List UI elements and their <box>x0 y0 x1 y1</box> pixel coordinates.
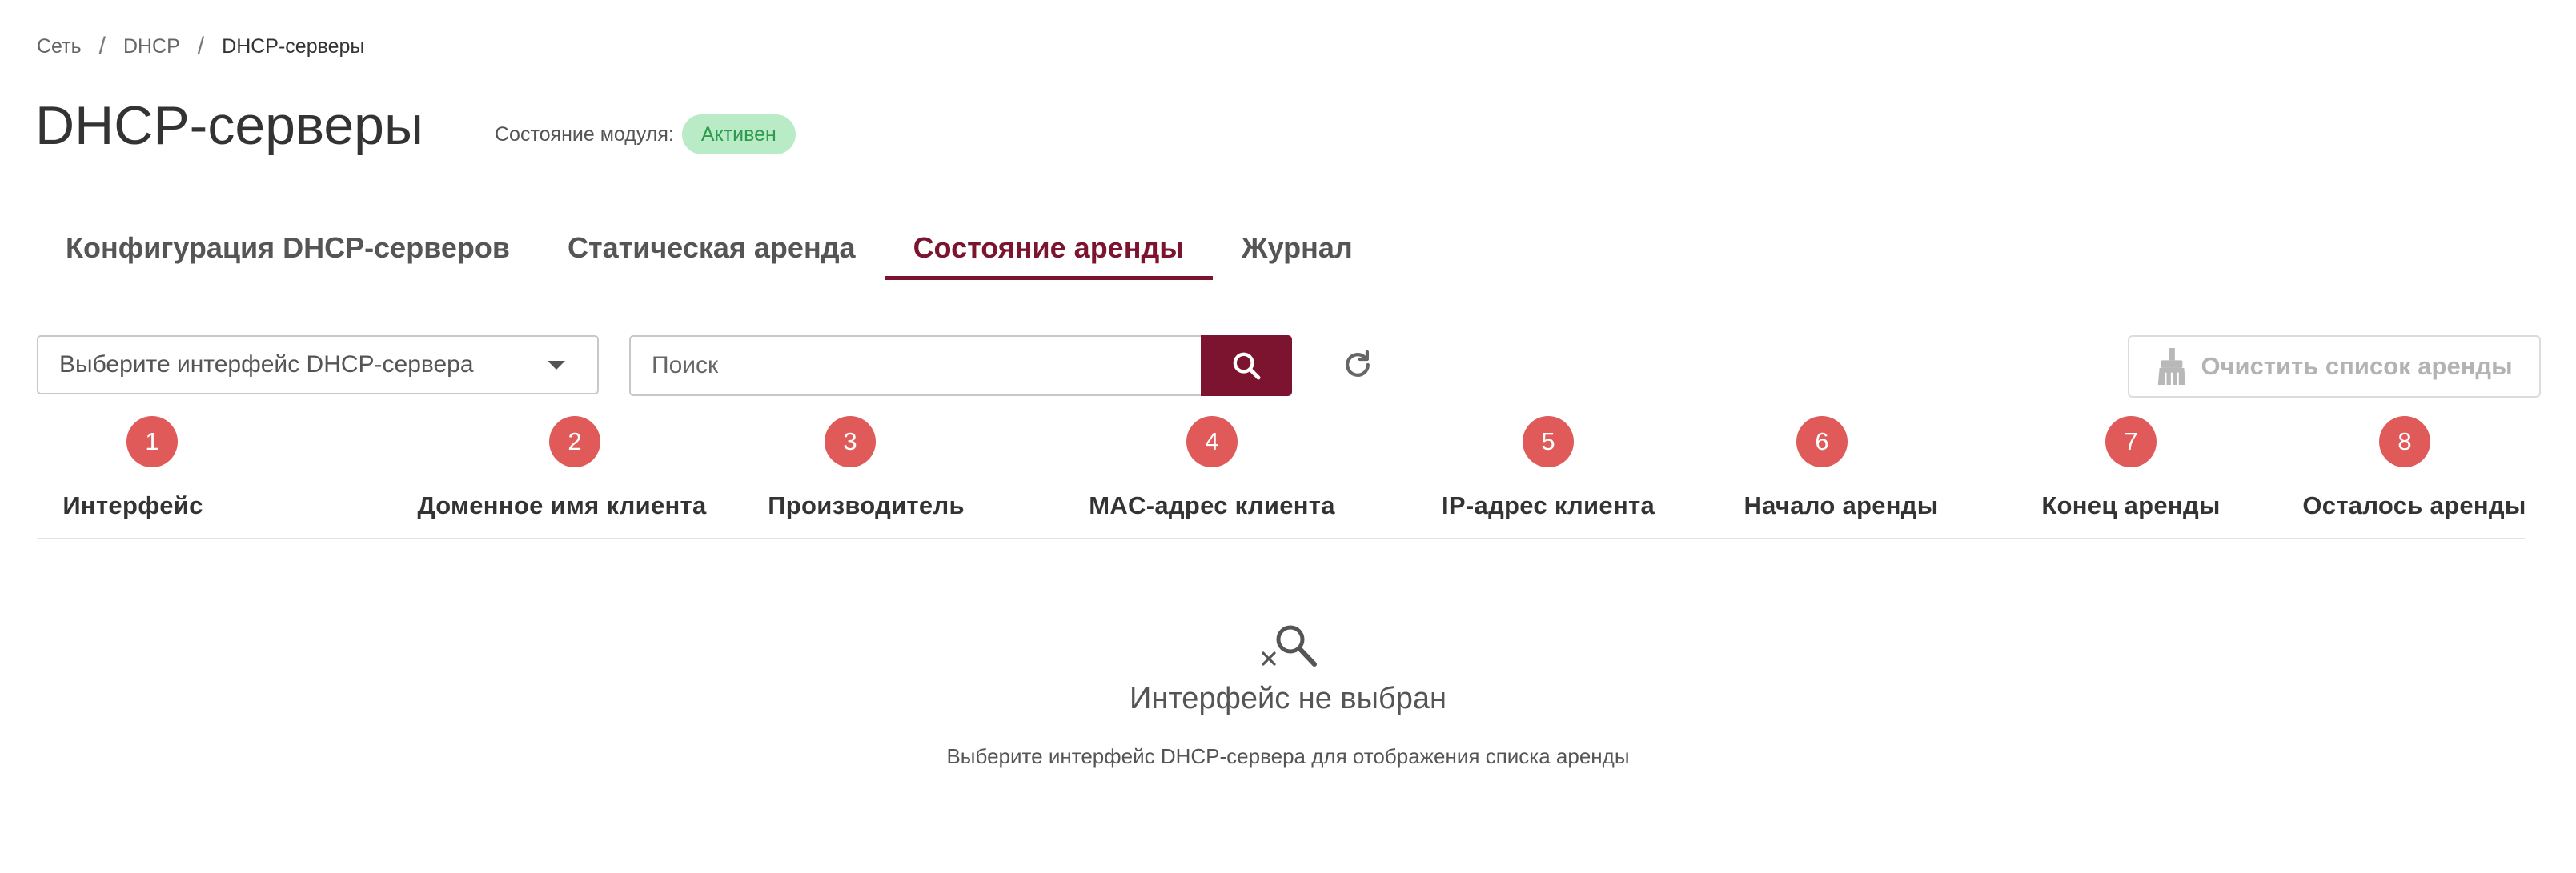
column-number-badge: 7 <box>2105 416 2157 467</box>
search-button[interactable] <box>1201 335 1292 396</box>
search-off-icon <box>1262 625 1317 667</box>
interface-select-placeholder: Выберите интерфейс DHCP-сервера <box>59 351 474 378</box>
module-state: Состояние модуля: Активен <box>495 113 796 156</box>
breadcrumb-item-dhcp[interactable]: DHCP <box>123 35 180 58</box>
clear-lease-list-button[interactable]: Очистить список аренды <box>2128 335 2541 398</box>
column-number-badge: 3 <box>825 416 876 467</box>
column-label: Конец аренды <box>2041 491 2221 519</box>
column-number-badge: 5 <box>1523 416 1574 467</box>
page-title: DHCP-серверы <box>35 95 423 156</box>
column-number-badge: 4 <box>1186 416 1238 467</box>
search-icon <box>1233 352 1261 380</box>
refresh-icon <box>1346 350 1370 377</box>
table-header-divider <box>37 538 2525 539</box>
interface-select[interactable]: Выберите интерфейс DHCP-сервера <box>37 335 599 394</box>
breadcrumb: Сеть / DHCP / DHCP-серверы <box>37 30 364 62</box>
breadcrumb-item-current: DHCP-серверы <box>222 34 365 58</box>
column-label: Производитель <box>768 491 965 519</box>
column-label: MAC-адрес клиента <box>1089 491 1335 519</box>
module-state-label: Состояние модуля: <box>495 122 674 146</box>
column-label: Доменное имя клиента <box>417 491 707 519</box>
chevron-down-icon <box>548 360 565 370</box>
column-label: Интерфейс <box>62 491 203 519</box>
status-badge: Активен <box>681 114 796 154</box>
tab-dhcp-config[interactable]: Конфигурация DHCP-серверов <box>37 216 539 280</box>
broom-icon <box>2158 348 2186 385</box>
column-label: IP-адрес клиента <box>1442 491 1655 519</box>
column-number-badge: 8 <box>2379 416 2430 467</box>
search-input[interactable] <box>629 335 1201 396</box>
empty-state-hint: Выберите интерфейс DHCP-сервера для отоб… <box>946 744 1630 768</box>
empty-state-title: Интерфейс не выбран <box>1130 682 1446 715</box>
column-label: Начало аренды <box>1743 491 1939 519</box>
breadcrumb-item-network[interactable]: Сеть <box>37 35 82 58</box>
column-number-badge: 6 <box>1796 416 1848 467</box>
refresh-button[interactable] <box>1335 342 1380 387</box>
breadcrumb-separator: / <box>98 33 106 59</box>
clear-lease-list-label: Очистить список аренды <box>2201 352 2513 380</box>
search-group <box>629 335 1292 396</box>
tab-static-lease[interactable]: Статическая аренда <box>539 216 885 280</box>
column-number-badge: 2 <box>549 416 600 467</box>
tab-bar: Конфигурация DHCP-серверов Статическая а… <box>37 216 1382 280</box>
column-number-badge: 1 <box>126 416 178 467</box>
breadcrumb-separator: / <box>197 33 205 59</box>
tab-lease-state[interactable]: Состояние аренды <box>884 216 1214 280</box>
tab-journal[interactable]: Журнал <box>1213 216 1382 280</box>
column-label: Осталось аренды <box>2302 491 2526 519</box>
